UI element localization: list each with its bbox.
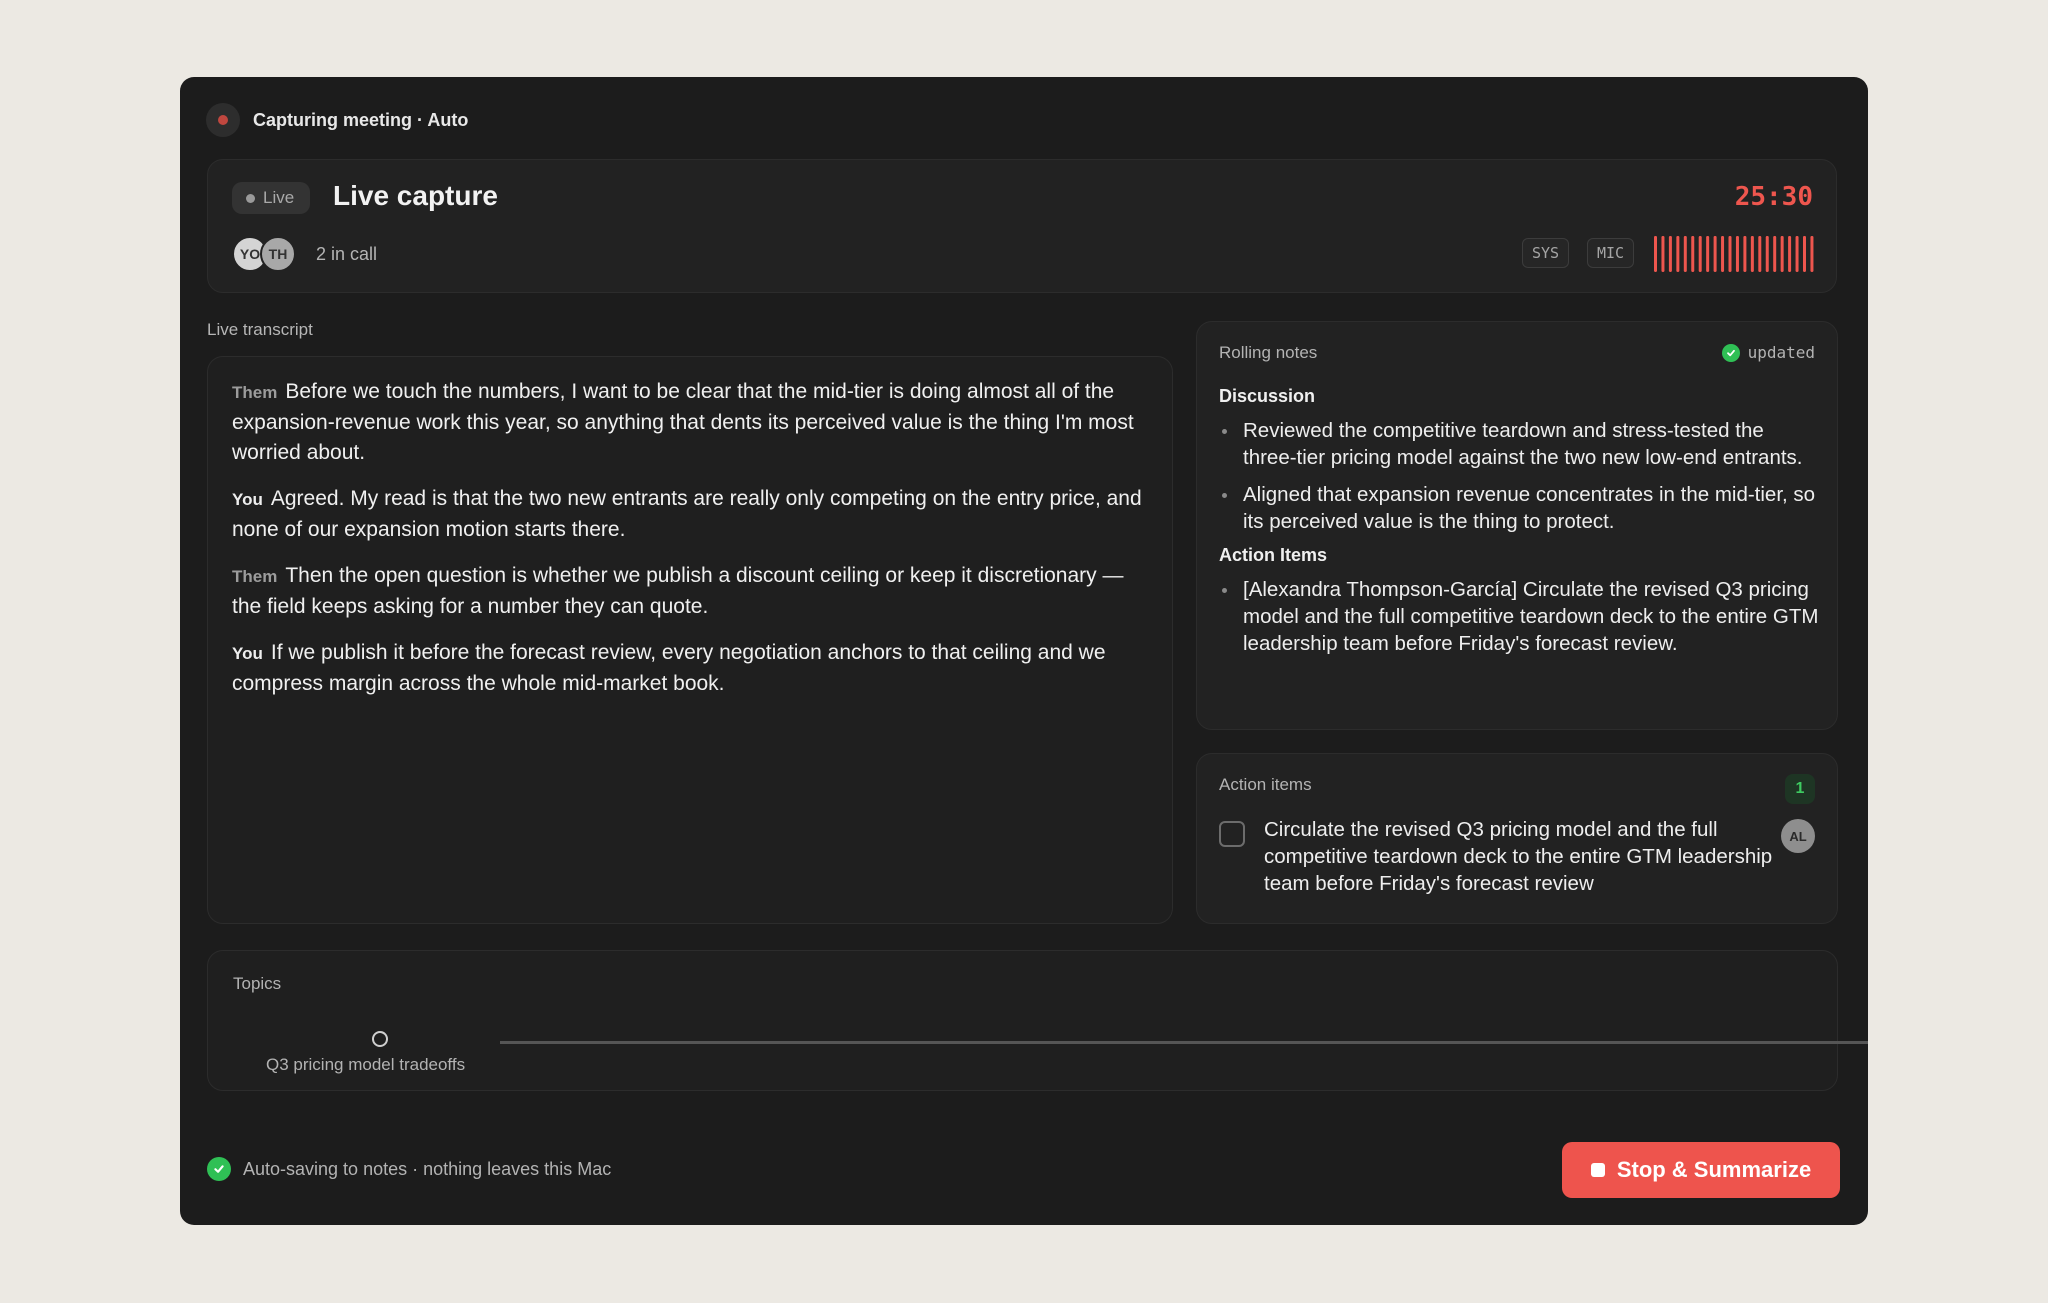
meter-bar (1668, 236, 1672, 272)
audio-level-meter (1654, 236, 1814, 272)
sys-audio-toggle[interactable]: SYS (1522, 238, 1570, 268)
speaker-label: Them (232, 567, 278, 586)
notes-status: updated (1721, 343, 1815, 362)
utterance-text: Before we touch the numbers, I want to b… (232, 380, 1134, 464)
action-notes-list: [Alexandra Thompson-García] Circulate th… (1219, 576, 1819, 657)
rolling-notes-label: Rolling notes (1219, 343, 1318, 362)
meter-bar (1773, 236, 1777, 272)
meter-bar (1713, 236, 1717, 272)
meter-bar (1810, 236, 1814, 272)
utterance-text: Agreed. My read is that the two new entr… (232, 487, 1142, 541)
speaker-label: You (232, 490, 263, 509)
meeting-capture-window: Capturing meeting · Auto Live Live captu… (180, 77, 1868, 1225)
check-circle-icon (207, 1157, 231, 1181)
meter-bar (1735, 236, 1739, 272)
record-indicator[interactable] (206, 103, 240, 137)
utterance-text: If we publish it before the forecast rev… (232, 641, 1106, 695)
speaker-label: You (232, 644, 263, 663)
meter-bar (1654, 236, 1657, 272)
in-call-count: 2 in call (316, 244, 378, 264)
meter-bar (1706, 236, 1710, 272)
rolling-notes-panel[interactable]: Rolling notes updated Discussion Reviewe… (1196, 321, 1838, 730)
stop-and-summarize-button[interactable]: Stop & Summarize (1562, 1142, 1840, 1198)
meter-bar (1765, 236, 1769, 272)
discussion-list: Reviewed the competitive teardown and st… (1219, 417, 1819, 535)
action-items-heading: Action Items (1219, 545, 1328, 565)
live-dot-icon (246, 193, 255, 203)
assignee-avatar[interactable]: AL (1781, 819, 1815, 853)
autosave-status: Auto-saving to notes · nothing leaves th… (207, 1157, 611, 1181)
action-item-checkbox[interactable] (1219, 821, 1245, 847)
action-items-label: Action items (1219, 775, 1312, 794)
meter-bar (1803, 236, 1806, 272)
utterance-text: Then the open question is whether we pub… (232, 564, 1124, 618)
capture-header: Live Live capture 25:30 YO TH 2 in call … (207, 159, 1837, 293)
meter-bar (1728, 236, 1732, 272)
transcript-label: Live transcript (207, 320, 313, 339)
list-item: [Alexandra Thompson-García] Circulate th… (1219, 576, 1819, 657)
meter-bar (1795, 236, 1799, 272)
action-item-text: Circulate the revised Q3 pricing model a… (1264, 818, 1773, 895)
stop-button-label: Stop & Summarize (1616, 1157, 1812, 1182)
transcript-utterance: Them Before we touch the numbers, I want … (232, 377, 1148, 468)
window-title: Capturing meeting · Auto (253, 109, 469, 130)
topic-marker[interactable] (372, 1031, 388, 1047)
meter-bar (1788, 236, 1792, 272)
topic-label[interactable]: Q3 pricing model tradeoffs (266, 1055, 465, 1075)
meter-bar (1721, 236, 1725, 272)
meter-bar (1743, 236, 1747, 272)
check-circle-icon (1721, 343, 1740, 362)
title-bar: Capturing meeting · Auto (206, 103, 468, 137)
live-badge-label: Live (263, 188, 295, 207)
live-badge: Live (232, 182, 311, 214)
topics-label: Topics (233, 974, 282, 993)
record-dot-icon (218, 115, 228, 125)
stop-icon (1590, 1163, 1605, 1177)
avatar[interactable]: TH (260, 236, 296, 272)
autosave-text: Auto-saving to notes · nothing leaves th… (243, 1158, 612, 1179)
participant-avatars[interactable]: YO TH (232, 236, 296, 272)
transcript-panel[interactable]: Them Before we touch the numbers, I want … (207, 356, 1173, 924)
meter-bar (1750, 236, 1754, 272)
discussion-heading: Discussion (1219, 386, 1316, 406)
mic-audio-toggle[interactable]: MIC (1587, 238, 1635, 268)
list-item: Reviewed the competitive teardown and st… (1219, 417, 1819, 471)
action-items-count: 1 (1785, 774, 1815, 804)
speaker-label: Them (232, 383, 278, 402)
elapsed-timer: 25:30 (1734, 182, 1813, 212)
notes-content: Discussion Reviewed the competitive tear… (1219, 386, 1819, 716)
meter-bar (1758, 236, 1762, 272)
list-item: Aligned that expansion revenue concentra… (1219, 481, 1819, 535)
meter-bar (1676, 236, 1680, 272)
meter-bar (1691, 236, 1695, 272)
action-items-panel: Action items 1 Circulate the revised Q3 … (1196, 753, 1838, 924)
transcript-utterance: Them Then the open question is whether we… (232, 561, 1148, 622)
transcript-utterance: You If we publish it before the forecast … (232, 638, 1148, 699)
meter-bar (1698, 236, 1702, 272)
transcript-utterance: You Agreed. My read is that the two new e… (232, 484, 1148, 545)
notes-status-text: updated (1747, 343, 1815, 362)
meter-bar (1780, 236, 1784, 272)
page-title: Live capture (333, 180, 498, 211)
meter-bar (1683, 236, 1687, 272)
meter-bar (1661, 236, 1665, 272)
topic-timeline (500, 1041, 1868, 1044)
